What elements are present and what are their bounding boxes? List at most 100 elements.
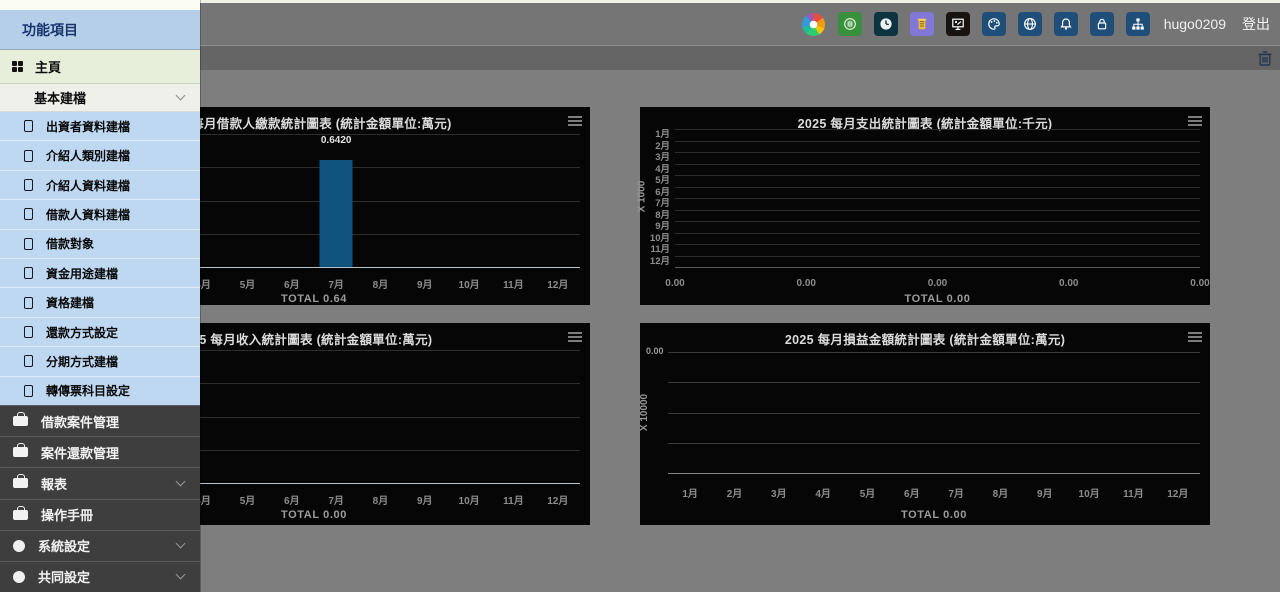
sidebar-item[interactable]: 案件還款管理 (0, 436, 200, 467)
y-tick-label: 3月 (640, 152, 670, 164)
chart-menu-icon[interactable] (1188, 332, 1202, 342)
y-tick-label: 4月 (640, 164, 670, 176)
sidebar-item-label: 出資者資料建檔 (46, 118, 130, 135)
colorwheel-icon[interactable] (802, 12, 826, 36)
x-tick-label: 0.00 (1059, 278, 1078, 289)
sidebar-title: 功能項目 (0, 10, 200, 50)
sidebar-item[interactable]: 借款對象 (0, 230, 200, 259)
gridline (668, 443, 1200, 444)
sidebar-item[interactable]: 出資者資料建檔 (0, 112, 200, 141)
gridline (675, 152, 1200, 153)
sidebar-item-home[interactable]: 主頁 (0, 50, 200, 84)
sidebar-item-label: 借款人資料建檔 (46, 206, 130, 223)
x-tick-label: 5月 (225, 492, 269, 507)
sitemap-icon[interactable] (1126, 12, 1150, 36)
sidebar-item[interactable]: 操作手冊 (0, 499, 200, 530)
sidebar-item-label: 報表 (41, 474, 177, 493)
sidebar-item[interactable]: 分期方式建檔 (0, 347, 200, 376)
sidebar-item-label: 介紹人資料建檔 (46, 177, 130, 194)
sidebar-item[interactable]: 系統設定 (0, 530, 200, 561)
document-icon (24, 355, 33, 367)
sidebar-item[interactable]: 資格建檔 (0, 288, 200, 317)
gridline (675, 221, 1200, 222)
x-tick-label: 5月 (845, 485, 889, 500)
sidebar-basic-items: 出資者資料建檔介紹人類別建檔介紹人資料建檔借款人資料建檔借款對象資金用途建檔資格… (0, 112, 200, 405)
x-tick-label: 7月 (934, 485, 978, 500)
x-axis-labels: 1月2月3月4月5月6月7月8月9月10月11月12月 (668, 485, 1200, 500)
sidebar-item-label: 操作手冊 (41, 505, 184, 524)
x-tick-label: 12月 (1156, 485, 1200, 500)
username: hugo0209 (1164, 16, 1226, 32)
gridline (675, 256, 1200, 257)
gridline (668, 352, 1200, 353)
document-icon (24, 150, 33, 162)
sidebar-item[interactable]: 報表 (0, 467, 200, 498)
axis-multiplier-label: X 1000 (636, 181, 647, 213)
palette-icon[interactable] (982, 12, 1006, 36)
chart-title: 2025 每月損益金額統計圖表 (統計金額單位:萬元) (640, 329, 1210, 348)
sidebar-item[interactable]: 介紹人資料建檔 (0, 171, 200, 200)
gridline (675, 198, 1200, 199)
briefcase-icon (13, 478, 28, 488)
sidebar-item-label: 系統設定 (38, 536, 177, 555)
chart-total-label: TOTAL 0.00 (675, 293, 1200, 305)
x-tick-label: 11月 (491, 492, 535, 507)
x-tick-label: 7月 (314, 276, 358, 291)
chart-total-label: TOTAL 0.00 (668, 509, 1200, 521)
logout-link[interactable]: 登出 (1242, 14, 1270, 34)
x-tick-label: 4月 (801, 485, 845, 500)
sidebar-item[interactable]: 資金用途建檔 (0, 259, 200, 288)
sidebar-group-basic[interactable]: 基本建檔 (0, 84, 200, 112)
clock-icon[interactable] (874, 12, 898, 36)
bell-icon[interactable] (1054, 12, 1078, 36)
scroll-icon[interactable] (910, 12, 934, 36)
x-tick-label: 10月 (447, 492, 491, 507)
presentation-icon[interactable] (946, 12, 970, 36)
document-icon (24, 238, 33, 250)
sidebar-item-label: 借款對象 (46, 235, 94, 252)
sidebar-item-label: 借款案件管理 (41, 412, 184, 431)
sidebar-item[interactable]: 共同設定 (0, 561, 200, 592)
sidebar-item[interactable]: 借款案件管理 (0, 405, 200, 436)
sidebar-item[interactable]: 還款方式設定 (0, 318, 200, 347)
chart-menu-icon[interactable] (1188, 116, 1202, 126)
document-icon (24, 385, 33, 397)
grid-icon (12, 61, 23, 72)
y-tick-label: 11月 (640, 244, 670, 256)
globe-icon[interactable] (1018, 12, 1042, 36)
sidebar-item-label: 分期方式建檔 (46, 353, 118, 370)
x-tick-label: 9月 (403, 492, 447, 507)
bar-value-label: 0.6420 (321, 135, 352, 146)
x-tick-label: 7月 (314, 492, 358, 507)
sidebar-item-label: 資金用途建檔 (46, 265, 118, 282)
sidebar-item[interactable]: 介紹人類別建檔 (0, 141, 200, 170)
x-tick-label: 8月 (358, 276, 402, 291)
sidebar: 功能項目 主頁 基本建檔 出資者資料建檔介紹人類別建檔介紹人資料建檔借款人資料建… (0, 0, 200, 592)
trash-icon[interactable] (1257, 50, 1273, 67)
gridline (675, 233, 1200, 234)
green-app-icon[interactable] (838, 12, 862, 36)
x-tick-label: 12月 (536, 276, 580, 291)
gridline (668, 413, 1200, 414)
chart-expenses: 2025 每月支出統計圖表 (統計金額單位:千元) 1月2月3月4月5月6月7月… (640, 107, 1210, 305)
chart-menu-icon[interactable] (568, 116, 582, 126)
x-tick-label: 3月 (757, 485, 801, 500)
sidebar-item[interactable]: 借款人資料建檔 (0, 200, 200, 229)
briefcase-icon (13, 416, 28, 426)
gridline (675, 141, 1200, 142)
x-tick-label: 8月 (978, 485, 1022, 500)
sidebar-item[interactable]: 轉傳票科目設定 (0, 377, 200, 405)
y-tick-label: 0.00 (646, 346, 664, 356)
x-tick-label: 10月 (1067, 485, 1111, 500)
chart-menu-icon[interactable] (568, 332, 582, 342)
document-icon (24, 267, 33, 279)
gridline (675, 187, 1200, 188)
header-icons (802, 12, 1150, 36)
chevron-down-icon (176, 570, 186, 580)
x-tick-label: 11月 (1111, 485, 1155, 500)
x-tick-label: 0.00 (1190, 278, 1209, 289)
lock-icon[interactable] (1090, 12, 1114, 36)
sidebar-item-label: 轉傳票科目設定 (46, 382, 130, 399)
x-tick-label: 9月 (1023, 485, 1067, 500)
x-tick-label: 6月 (270, 276, 314, 291)
